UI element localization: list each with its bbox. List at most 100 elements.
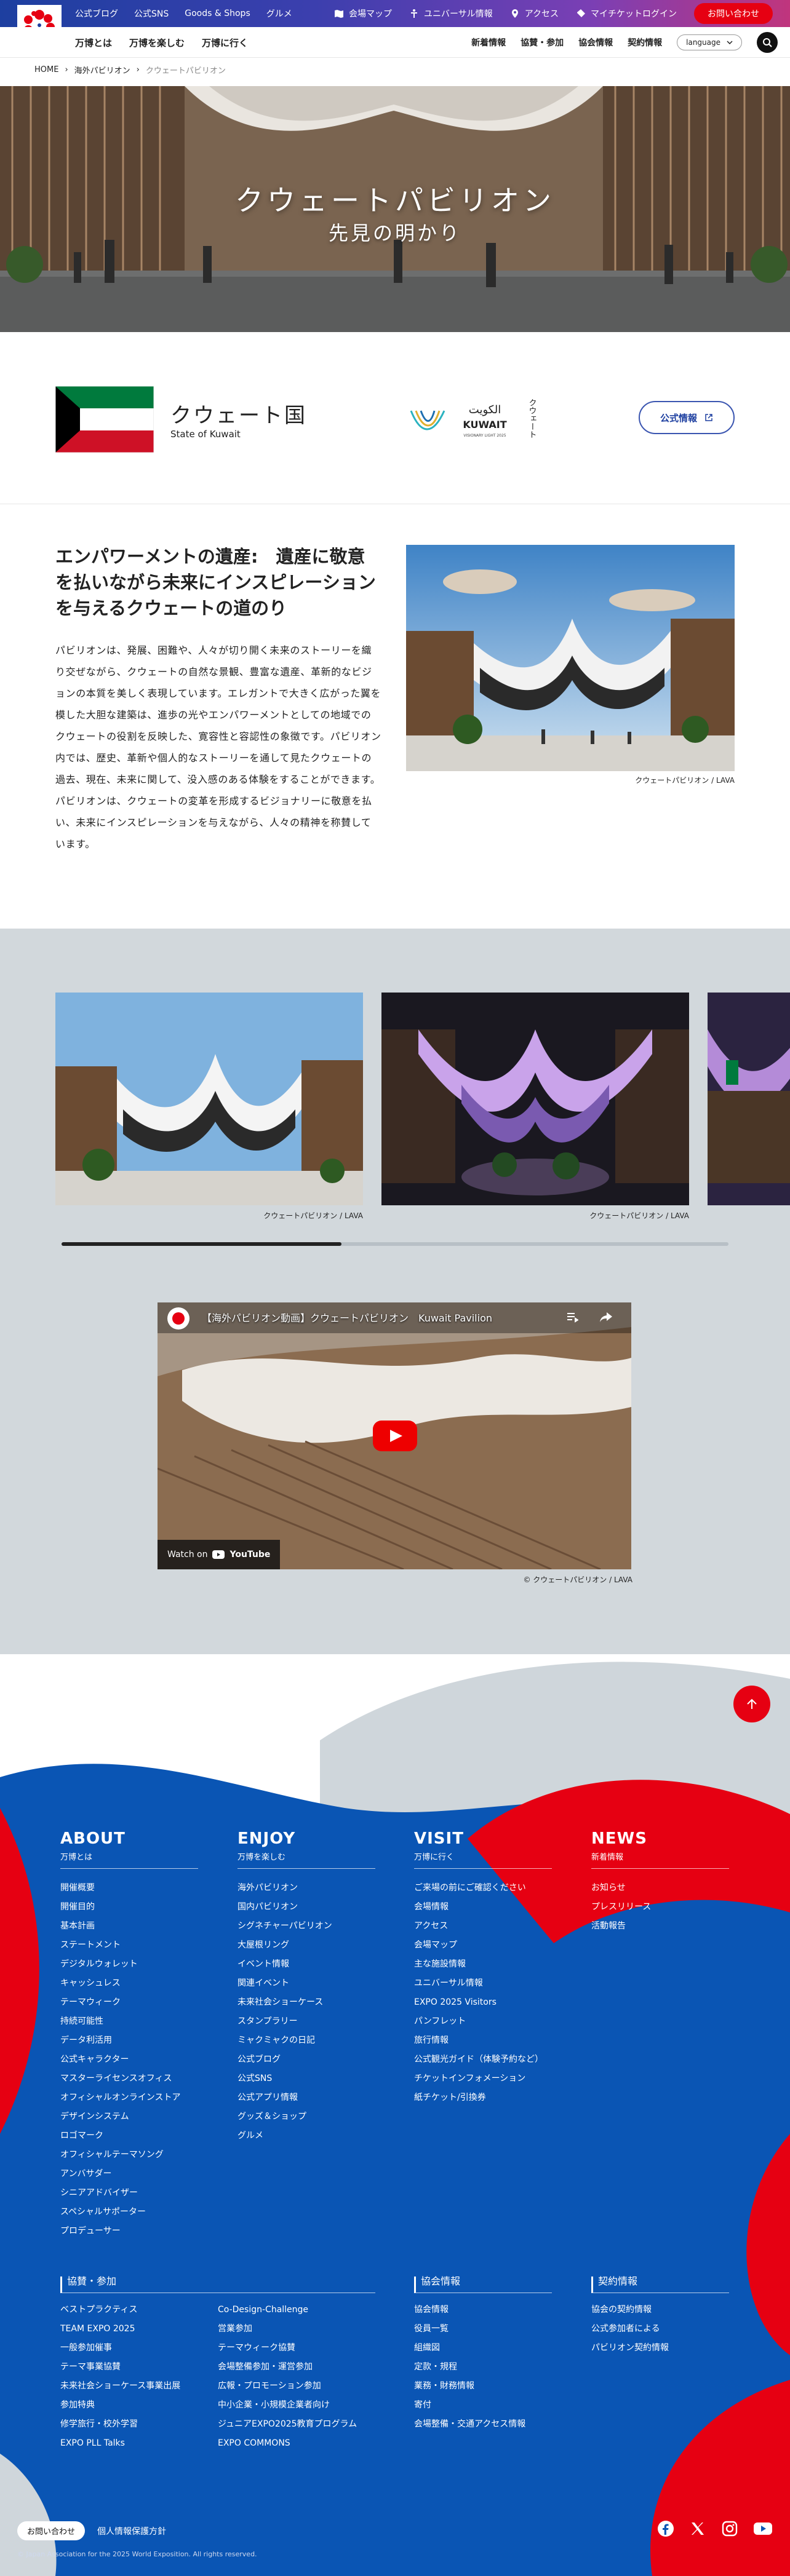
footer-link[interactable]: シニアアドバイザー (60, 2184, 198, 2203)
footer-link[interactable]: 協会の契約情報 (591, 2301, 729, 2320)
facebook-icon[interactable] (657, 2520, 674, 2537)
ticket-login-link[interactable]: マイチケットログイン (576, 7, 677, 20)
footer-link[interactable]: 会場整備・交通アクセス情報 (414, 2415, 552, 2434)
footer-column-title[interactable]: ENJOY (237, 1829, 375, 1848)
video-title[interactable]: 【海外パビリオン動画】クウェートパビリオン Kuwait Pavilion (202, 1310, 492, 1325)
footer-link[interactable]: 大屋根リング (237, 1936, 375, 1955)
footer-link[interactable]: ユニバーサル情報 (414, 1974, 552, 1993)
map-link[interactable]: 会場マップ (334, 7, 392, 20)
footer-link[interactable]: 参加特典 (60, 2396, 218, 2415)
footer-link[interactable]: 海外パビリオン (237, 1879, 375, 1898)
footer-link[interactable]: 紙チケット/引換券 (414, 2088, 552, 2107)
footer-link[interactable]: 定款・規程 (414, 2358, 552, 2377)
footer-link[interactable]: 主な施設情報 (414, 1955, 552, 1974)
breadcrumb-overseas[interactable]: 海外パビリオン (74, 64, 130, 76)
share-icon[interactable] (599, 1311, 613, 1323)
footer-link[interactable]: テーマウィーク (60, 1993, 198, 2012)
youtube-icon[interactable] (753, 2520, 773, 2537)
gallery-scrollbar-thumb[interactable] (62, 1242, 342, 1246)
footer-link[interactable]: 協会情報 (414, 2301, 552, 2320)
footer-link[interactable]: 組織図 (414, 2339, 552, 2358)
footer-column-title[interactable]: ABOUT (60, 1829, 198, 1848)
footer-link[interactable]: 修学旅行・校外学習 (60, 2415, 218, 2434)
nav-association[interactable]: 協会情報 (578, 36, 613, 49)
footer-link[interactable]: マスターライセンスオフィス (60, 2069, 198, 2088)
footer-link[interactable]: データ利活用 (60, 2031, 198, 2050)
footer-link[interactable]: ステートメント (60, 1936, 198, 1955)
footer-link[interactable]: 会場整備参加・運営参加 (218, 2358, 375, 2377)
footer-link[interactable]: ロゴマーク (60, 2126, 198, 2146)
instagram-icon[interactable] (721, 2520, 738, 2537)
footer-link[interactable]: イベント情報 (237, 1955, 375, 1974)
play-button[interactable] (373, 1421, 417, 1451)
footer-link[interactable]: 国内パビリオン (237, 1898, 375, 1917)
footer-link[interactable]: スペシャルサポーター (60, 2203, 198, 2222)
official-info-button[interactable]: 公式情報 (639, 401, 735, 434)
footer-link[interactable]: 会場情報 (414, 1898, 552, 1917)
footer-link[interactable]: 未来社会ショーケース (237, 1993, 375, 2012)
footer-column-title[interactable]: NEWS (591, 1829, 729, 1848)
footer-link[interactable]: キャッシュレス (60, 1974, 198, 1993)
footer-link[interactable]: 役員一覧 (414, 2320, 552, 2339)
nav-news[interactable]: 新着情報 (471, 36, 506, 49)
footer-link[interactable]: プレスリリース (591, 1898, 729, 1917)
footer-link[interactable]: 営業参加 (218, 2320, 375, 2339)
footer-link[interactable]: EXPO COMMONS (218, 2434, 375, 2453)
playlist-icon[interactable] (566, 1311, 578, 1323)
footer-link[interactable]: アクセス (414, 1917, 552, 1936)
language-select[interactable]: language (677, 34, 742, 50)
access-link[interactable]: アクセス (510, 7, 559, 20)
top-link-sns[interactable]: 公式SNS (134, 7, 169, 20)
footer-link[interactable]: Co-Design-Challenge (218, 2301, 375, 2320)
footer-link[interactable]: テーマ事業協賛 (60, 2358, 218, 2377)
footer-link[interactable]: 公式観光ガイド（体験予約など） (414, 2050, 552, 2069)
footer-link[interactable]: ミャクミャクの日記 (237, 2031, 375, 2050)
top-link-blog[interactable]: 公式ブログ (75, 7, 118, 20)
footer-link[interactable]: 中小企業・小規模企業者向け (218, 2396, 375, 2415)
search-button[interactable] (757, 32, 778, 53)
nav-enjoy[interactable]: 万博を楽しむ (129, 36, 185, 49)
footer-link[interactable]: チケットインフォメーション (414, 2069, 552, 2088)
footer-link[interactable]: ベストプラクティス (60, 2301, 218, 2320)
footer-link[interactable]: 未来社会ショーケース事業出展 (60, 2377, 218, 2396)
footer-link[interactable]: 旅行情報 (414, 2031, 552, 2050)
gallery-slide-partial[interactable] (708, 993, 790, 1205)
footer-link[interactable]: グルメ (237, 2126, 375, 2146)
nav-sponsor[interactable]: 協賛・参加 (521, 36, 564, 49)
footer-link[interactable]: アンバサダー (60, 2165, 198, 2184)
footer-link[interactable]: 公式キャラクター (60, 2050, 198, 2069)
footer-link[interactable]: 一般参加催事 (60, 2339, 218, 2358)
x-icon[interactable] (689, 2520, 706, 2537)
footer-link[interactable]: プロデューサー (60, 2222, 198, 2241)
footer-link[interactable]: 公式参加者による (591, 2320, 729, 2339)
footer-link[interactable]: オフィシャルオンラインストア (60, 2088, 198, 2107)
gallery-slide[interactable] (55, 993, 363, 1205)
top-link-gourmet[interactable]: グルメ (266, 7, 292, 20)
footer-link[interactable]: EXPO PLL Talks (60, 2434, 218, 2453)
footer-link[interactable]: 公式アプリ情報 (237, 2088, 375, 2107)
footer-link[interactable]: スタンプラリー (237, 2012, 375, 2031)
footer-link[interactable]: ジュニアEXPO2025教育プログラム (218, 2415, 375, 2434)
back-to-top-button[interactable] (733, 1686, 770, 1722)
footer-link[interactable]: 開催目的 (60, 1898, 198, 1917)
nav-about[interactable]: 万博とは (75, 36, 112, 49)
footer-link[interactable]: EXPO 2025 Visitors (414, 1993, 552, 2012)
footer-link[interactable]: グッズ＆ショップ (237, 2107, 375, 2126)
video-player[interactable]: 【海外パビリオン動画】クウェートパビリオン Kuwait Pavilion Wa… (158, 1302, 631, 1569)
watch-on-youtube[interactable]: Watch on YouTube (158, 1540, 281, 1569)
footer-link[interactable]: 公式ブログ (237, 2050, 375, 2069)
universal-link[interactable]: ユニバーサル情報 (409, 7, 493, 20)
footer-link[interactable]: 公式SNS (237, 2069, 375, 2088)
footer-link[interactable]: 関連イベント (237, 1974, 375, 1993)
footer-link[interactable]: テーマウィーク協賛 (218, 2339, 375, 2358)
nav-visit[interactable]: 万博に行く (202, 36, 248, 49)
footer-link[interactable]: ご来場の前にご確認ください (414, 1879, 552, 1898)
footer-link[interactable]: パンフレット (414, 2012, 552, 2031)
footer-link[interactable]: デザインシステム (60, 2107, 198, 2126)
breadcrumb-home[interactable]: HOME (34, 65, 58, 74)
footer-link[interactable]: 開催概要 (60, 1879, 198, 1898)
contact-button[interactable]: お問い合わせ (694, 3, 773, 24)
gallery-slide[interactable] (381, 993, 689, 1205)
footer-link[interactable]: 広報・プロモーション参加 (218, 2377, 375, 2396)
footer-link[interactable]: 基本計画 (60, 1917, 198, 1936)
